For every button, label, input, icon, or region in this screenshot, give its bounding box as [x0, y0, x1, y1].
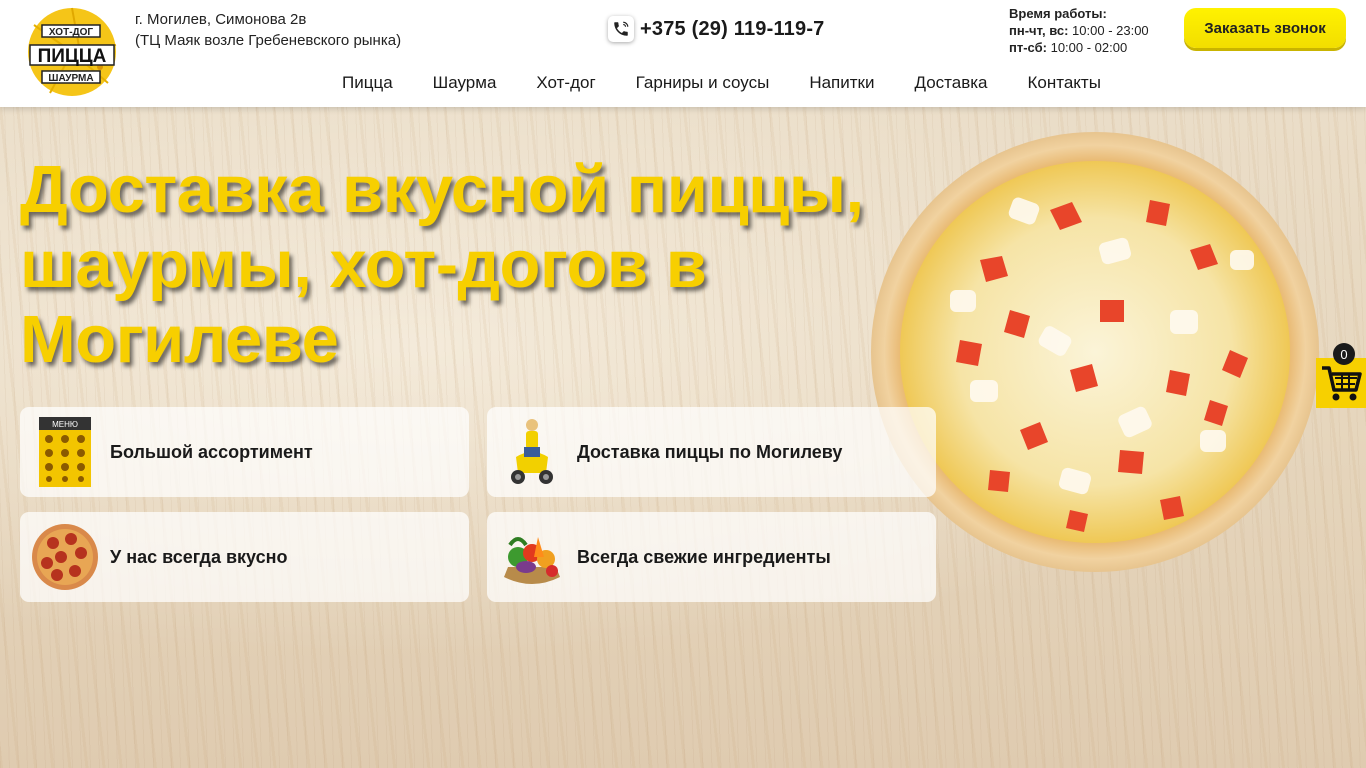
hours-1-time: 10:00 - 23:00 — [1072, 23, 1149, 38]
cart-button[interactable] — [1316, 358, 1366, 408]
phone-number[interactable]: +375 (29) 119-119-7 — [640, 18, 825, 41]
nav-item-shawarma[interactable]: Шаурма — [433, 73, 497, 93]
menu-board-text: МЕНЮ — [52, 420, 78, 429]
hours-2-time: 10:00 - 02:00 — [1050, 40, 1128, 55]
hours-2-days: пт-сб: — [1009, 40, 1047, 55]
hero-title: Доставка вкусной пиццы, шаурмы, хот-дого… — [20, 152, 864, 377]
feature-card-delivery: Доставка пиццы по Могилеву — [487, 407, 936, 497]
nav-item-drinks[interactable]: Напитки — [809, 73, 874, 93]
nav-item-sides-sauces[interactable]: Гарниры и соусы — [636, 73, 770, 93]
nav-item-hotdog[interactable]: Хот-дог — [536, 73, 595, 93]
feature-label-fresh: Всегда свежие ингредиенты — [577, 546, 831, 567]
hours-title: Время работы: — [1009, 6, 1107, 21]
feature-card-assortment: МЕНЮ Большой ассортимент — [20, 407, 469, 497]
features-grid: МЕНЮ Большой ассортимент Доставка пиццы … — [20, 407, 936, 602]
feature-label-assortment: Большой ассортимент — [110, 441, 313, 462]
hours-1-days: пн-чт, вс: — [1009, 23, 1069, 38]
address: г. Могилев, Симонова 2в (ТЦ Маяк возле Г… — [135, 9, 401, 51]
cart-icon — [1322, 366, 1362, 401]
pepperoni-pizza-icon — [20, 512, 110, 602]
cart-count-badge: 0 — [1333, 343, 1355, 365]
phone-block[interactable]: +375 (29) 119-119-7 — [608, 16, 825, 42]
vegetables-icon — [487, 512, 577, 602]
address-line-2: (ТЦ Маяк возле Гребеневского рынка) — [135, 32, 402, 49]
logo-text-top: ХОТ-ДОГ — [49, 27, 94, 38]
nav-item-pizza[interactable]: Пицца — [342, 73, 393, 93]
logo-text-bottom: ШАУРМА — [48, 73, 93, 84]
nav-item-delivery[interactable]: Доставка — [914, 73, 987, 93]
phone-icon — [608, 16, 634, 42]
logo-text-middle: ПИЦЦА — [38, 46, 107, 67]
feature-card-tasty: У нас всегда вкусно — [20, 512, 469, 602]
delivery-scooter-icon — [487, 407, 577, 497]
feature-label-tasty: У нас всегда вкусно — [110, 546, 288, 567]
menu-board-icon: МЕНЮ — [20, 407, 110, 497]
callback-button[interactable]: Заказать звонок — [1184, 8, 1346, 48]
address-line-1: г. Могилев, Симонова 2в — [135, 11, 307, 28]
logo[interactable]: ХОТ-ДОГ ПИЦЦА ШАУРМА — [20, 5, 120, 98]
feature-card-fresh: Всегда свежие ингредиенты — [487, 512, 936, 602]
nav-item-contacts[interactable]: Контакты — [1028, 73, 1101, 93]
working-hours: Время работы: пн-чт, вс: 10:00 - 23:00 п… — [1009, 5, 1149, 56]
hero-pizza-image — [870, 130, 1320, 575]
site-header: ХОТ-ДОГ ПИЦЦА ШАУРМА г. Могилев, Симонов… — [0, 0, 1366, 107]
main-nav: Пицца Шаурма Хот-дог Гарниры и соусы Нап… — [342, 73, 1101, 93]
feature-label-delivery: Доставка пиццы по Могилеву — [577, 441, 843, 462]
